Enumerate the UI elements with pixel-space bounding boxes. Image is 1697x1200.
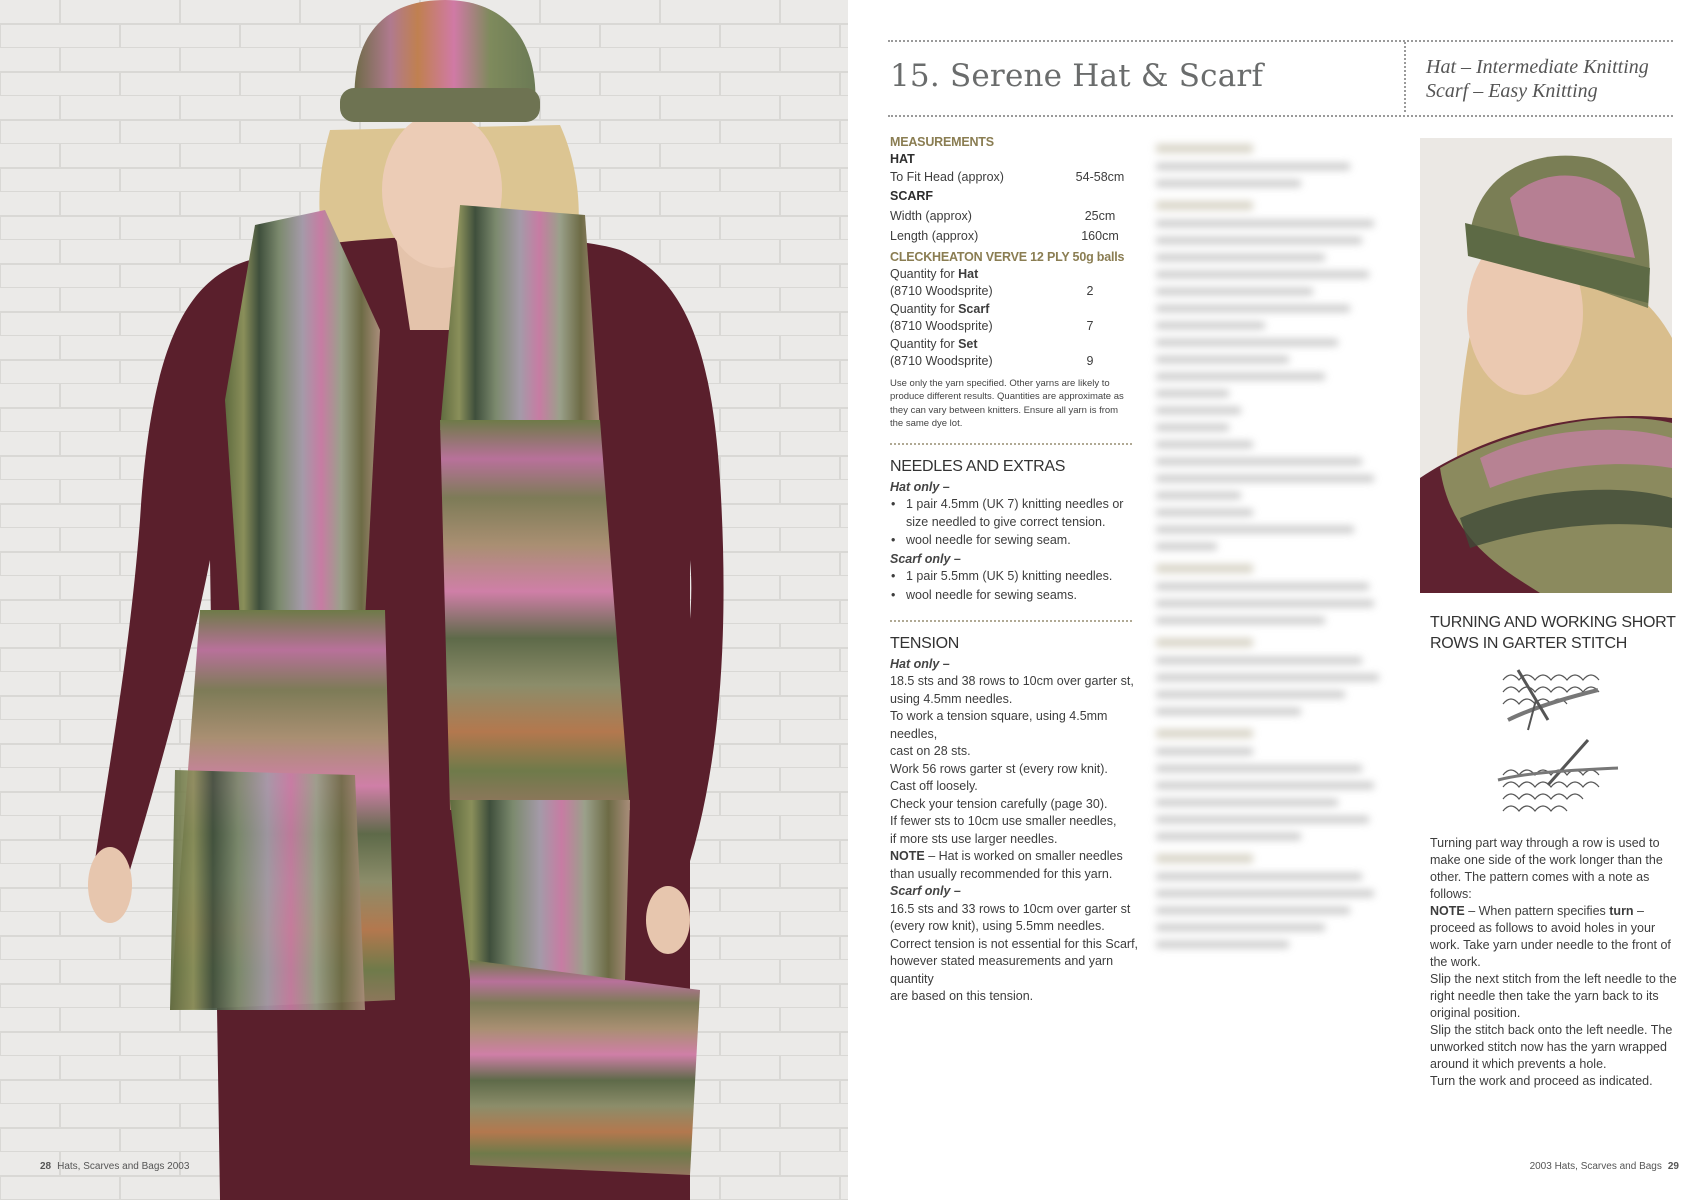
quantity-item: Hat <box>958 266 979 281</box>
yarn-quantity-scarf: Quantity for Scarf (8710 Woodsprite) 7 <box>890 301 1130 336</box>
list-item: wool needle for sewing seam. <box>891 532 1140 550</box>
section-rule <box>890 620 1132 622</box>
measurement-label: Length (approx) <box>890 229 979 243</box>
page-title: 15. Serene Hat & Scarf <box>890 58 1264 94</box>
measurement-row: Width (approx) 25cm <box>890 208 1130 226</box>
measurement-label: To Fit Head (approx) <box>890 169 1004 184</box>
hat-subheading: HAT <box>890 152 915 166</box>
scarf-level: Scarf – Easy Knitting <box>1426 80 1598 102</box>
note-text: – Hat is worked on smaller needles than … <box>890 849 1123 881</box>
tension-line: Check your tension carefully (page 30). <box>890 796 1108 811</box>
note-label: NOTE <box>1430 904 1465 918</box>
header-rule-bottom <box>888 115 1673 117</box>
tension-line: If fewer sts to 10cm use smaller needles… <box>890 814 1117 828</box>
hat-side-photo <box>1420 138 1672 593</box>
turning-paragraph: Slip the stitch back onto the left needl… <box>1430 1023 1673 1071</box>
list-item: 1 pair 4.5mm (UK 7) knitting needles or … <box>891 496 1140 531</box>
list-item: 1 pair 5.5mm (UK 5) knitting needles. <box>891 568 1140 586</box>
tension-line: however stated measurements and yarn qua… <box>890 954 1114 986</box>
yarn-heading: CLECKHEATON VERVE 12 PLY 50g balls <box>890 249 1125 264</box>
yarn-qty: 2 <box>1086 284 1094 298</box>
book-title-right: 2003 Hats, Scarves and Bags <box>1529 1161 1662 1172</box>
tension-line: are based on this tension. <box>890 989 1034 1003</box>
tension-line: Work 56 rows garter st (every row knit). <box>890 761 1108 776</box>
scarf-only-label: Scarf only – <box>890 884 961 898</box>
scarf-subheading: SCARF <box>890 189 934 203</box>
scarf-needles-list: 1 pair 5.5mm (UK 5) knitting needles. wo… <box>890 568 1140 604</box>
knitting-diagram-icon <box>1497 669 1619 812</box>
hat-only-label: Hat only – <box>890 479 950 494</box>
tension-line: if more sts use larger needles. <box>890 831 1058 846</box>
note-text: – When pattern specifies <box>1464 904 1610 918</box>
book-title-left: Hats, Scarves and Bags 2003 <box>57 1161 190 1172</box>
turning-paragraph: Turning part way through a row is used t… <box>1430 836 1663 901</box>
measurement-value: 25cm <box>1084 208 1116 223</box>
folio-right: 2003 Hats, Scarves and Bags 29 <box>1530 1161 1679 1172</box>
short-rows-diagram <box>1488 660 1628 830</box>
quantity-prefix: Quantity for <box>890 336 959 351</box>
tension-heading: TENSION <box>890 635 960 652</box>
measurement-row: To Fit Head (approx) 54-58cm <box>890 169 1130 187</box>
skill-levels: Hat – Intermediate Knitting Scarf – Easy… <box>1426 55 1649 103</box>
quantity-prefix: Quantity for <box>890 301 959 316</box>
turning-paragraph: Turn the work and proceed as indicated. <box>1430 1074 1653 1088</box>
turning-heading: TURNING AND WORKING SHORT ROWS IN GARTER… <box>1430 614 1676 652</box>
measurement-row: Length (approx) 160cm <box>890 228 1130 246</box>
turning-instructions: Turning part way through a row is used t… <box>1430 835 1680 1090</box>
yarn-shade: (8710 Woodsprite) <box>890 319 993 333</box>
tension-note: NOTE – Hat is worked on smaller needles … <box>890 848 1140 883</box>
blurred-instructions <box>1156 130 1398 1120</box>
measurement-label: Width (approx) <box>890 208 972 223</box>
page-number-right: 29 <box>1667 1161 1679 1172</box>
photo-illustration <box>0 0 848 1200</box>
header-rule-top <box>888 40 1673 42</box>
model-photo: 28 Hats, Scarves and Bags 2003 <box>0 0 848 1200</box>
yarn-note: Use only the yarn specified. Other yarns… <box>890 377 1124 430</box>
yarn-shade: (8710 Woodsprite) <box>890 354 993 368</box>
page-number-left: 28 <box>40 1161 52 1172</box>
note-label: NOTE <box>890 849 925 863</box>
quantity-item: Scarf <box>958 301 990 316</box>
header-divider <box>1404 42 1406 112</box>
measurement-value: 54-58cm <box>1075 169 1125 184</box>
measurements-heading: MEASUREMENTS <box>890 135 994 149</box>
yarn-quantity-hat: Quantity for Hat (8710 Woodsprite) 2 <box>890 266 1130 301</box>
hat-only-label: Hat only – <box>890 656 950 671</box>
tension-line: using 4.5mm needles. <box>890 691 1013 706</box>
photo-illustration <box>1420 138 1672 593</box>
hat-level: Hat – Intermediate Knitting <box>1426 56 1649 78</box>
turning-paragraph: Slip the next stitch from the left needl… <box>1430 972 1677 1020</box>
section-rule <box>890 443 1132 445</box>
tension-line: To work a tension square, using 4.5mm ne… <box>890 709 1108 741</box>
yarn-qty: 9 <box>1086 354 1094 368</box>
quantity-item: Set <box>958 336 978 351</box>
note-keyword: turn <box>1609 904 1634 918</box>
tension-section: TENSION Hat only – 18.5 sts and 38 rows … <box>890 635 1140 1006</box>
needles-heading: NEEDLES AND EXTRAS <box>890 458 1066 475</box>
tension-line: Correct tension is not essential for thi… <box>890 936 1139 951</box>
list-item: wool needle for sewing seams. <box>891 587 1140 605</box>
needles-section: NEEDLES AND EXTRAS Hat only – 1 pair 4.5… <box>890 458 1140 605</box>
measurements-section: MEASUREMENTS HAT To Fit Head (approx) 54… <box>890 134 1130 431</box>
measurement-value: 160cm <box>1081 229 1119 243</box>
yarn-shade: (8710 Woodsprite) <box>890 284 993 298</box>
tension-line: (every row knit), using 5.5mm needles. <box>890 919 1105 933</box>
yarn-qty: 7 <box>1086 319 1094 333</box>
scarf-only-label: Scarf only – <box>890 551 961 566</box>
pattern-page: 15. Serene Hat & Scarf Hat – Intermediat… <box>848 0 1697 1200</box>
tension-line: cast on 28 sts. <box>890 744 971 758</box>
folio-left: 28 Hats, Scarves and Bags 2003 <box>40 1161 189 1172</box>
tension-line: Cast off loosely. <box>890 779 978 793</box>
hat-needles-list: 1 pair 4.5mm (UK 7) knitting needles or … <box>890 496 1140 550</box>
turning-note: NOTE – When pattern specifies turn – pro… <box>1430 903 1680 971</box>
tension-line: 18.5 sts and 38 rows to 10cm over garter… <box>890 674 1134 688</box>
quantity-prefix: Quantity for <box>890 266 959 281</box>
yarn-quantity-set: Quantity for Set (8710 Woodsprite) 9 <box>890 336 1130 371</box>
tension-line: 16.5 sts and 33 rows to 10cm over garter… <box>890 901 1131 916</box>
